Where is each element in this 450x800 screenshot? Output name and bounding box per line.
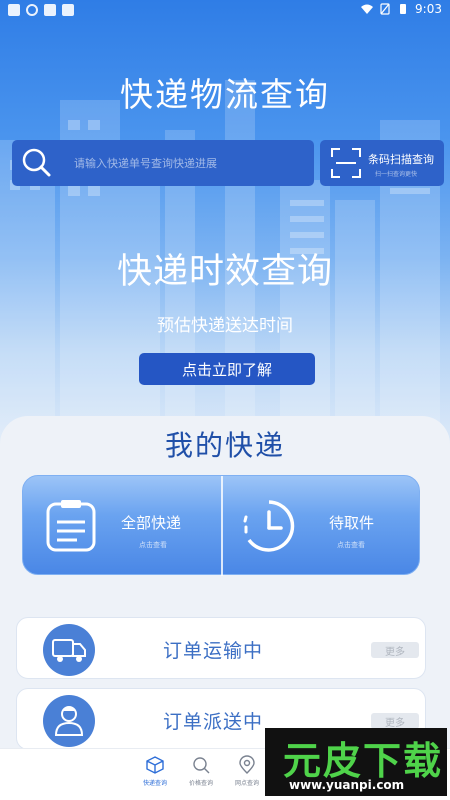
site-watermark: 元皮下载 www.yuanpi.com (265, 728, 447, 796)
location-icon (239, 755, 255, 774)
learn-more-button[interactable]: 点击立即了解 (139, 353, 315, 385)
banner-subtitle: 预估快递送达时间 (157, 316, 293, 336)
price-icon (193, 757, 210, 774)
battery-icon (400, 4, 407, 14)
order-delivering-label: 订单派送中 (163, 711, 264, 733)
package-icon (146, 756, 164, 774)
scan-frame-icon (331, 148, 361, 178)
tab-label: 价格查询 (188, 780, 213, 787)
app-a-notification-icon (62, 4, 74, 16)
search-input[interactable]: 请输入快递单号查询快递进展 (74, 155, 217, 171)
scan-label: 条码扫描查询 (368, 153, 434, 166)
scan-sublabel: 扫一扫查询更快 (375, 171, 418, 178)
app-title: 快递物流查询 (120, 75, 330, 114)
order-in-transit-card[interactable]: 订单运输中 更多 (16, 617, 426, 679)
tab-express-query[interactable]: 快递查询 (130, 755, 180, 787)
tracking-search-box[interactable]: 请输入快递单号查询快递进展 (12, 140, 314, 186)
more-button[interactable]: 更多 (371, 642, 419, 658)
banner-title: 快递时效查询 (116, 252, 333, 292)
all-express-label[interactable]: 全部快递 (121, 512, 181, 533)
order-in-transit-label: 订单运输中 (163, 640, 264, 662)
status-bar: 9:03 (0, 0, 450, 20)
more-button[interactable]: 更多 (371, 713, 419, 729)
sync-notification-icon (26, 4, 38, 16)
app-notification-icon (8, 4, 20, 16)
courier-icon (43, 695, 95, 747)
clipboard-icon (46, 500, 96, 552)
pending-pickup-sublabel: 点击查看 (337, 541, 365, 549)
image-notification-icon (44, 4, 56, 16)
barcode-scan-button[interactable]: 条码扫描查询 扫一扫查询更快 (320, 140, 444, 186)
clock-icon (243, 500, 295, 552)
wifi-icon (361, 4, 374, 14)
status-time: 9:03 (415, 2, 442, 16)
search-icon (22, 148, 51, 177)
no-signal-icon (380, 3, 390, 15)
section-title: 我的快递 (164, 429, 285, 462)
tab-price-query[interactable]: 价格查询 (176, 755, 226, 787)
watermark-text: 元皮下载 (283, 739, 444, 783)
truck-icon (43, 624, 95, 676)
all-express-sublabel: 点击查看 (139, 541, 167, 549)
app-screen: 9:03 快递物流查询 请输入快递单号查询快递进展 条码扫描查询 扫一扫查询更快… (0, 0, 450, 800)
express-stats-card: 全部快递 点击查看 待取件 点击查看 (22, 475, 420, 576)
stats-divider (221, 476, 223, 576)
watermark-url: www.yuanpi.com (289, 778, 405, 792)
tab-label: 快递查询 (142, 780, 167, 787)
pending-pickup-label[interactable]: 待取件 (329, 512, 374, 533)
